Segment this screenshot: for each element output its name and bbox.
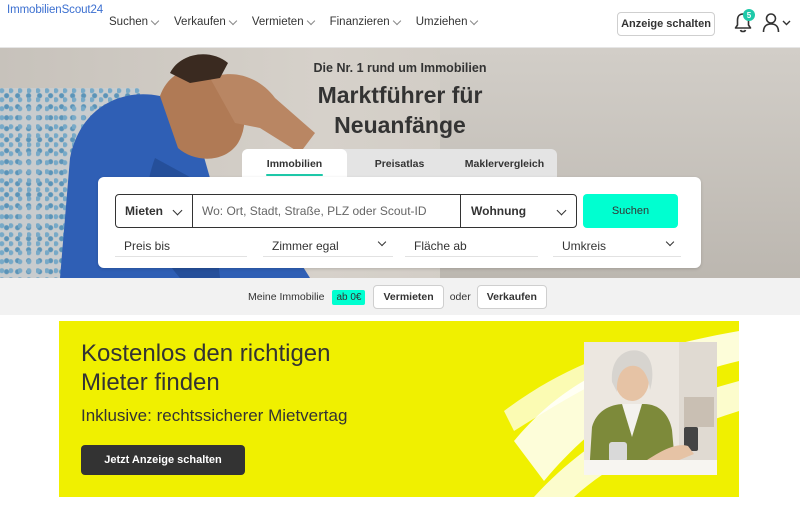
ad-headline: Kostenlos den richtigen Mieter finden — [81, 339, 331, 397]
vermieten-button[interactable]: Vermieten — [373, 285, 444, 309]
user-menu-icon[interactable] — [762, 12, 792, 34]
nav-item-umziehen[interactable]: Umziehen — [415, 16, 479, 28]
verkaufen-button[interactable]: Verkaufen — [476, 285, 547, 309]
ad-subline: Inklusive: rechtssicherer Mietvertag — [81, 406, 348, 425]
chevron-down-icon — [665, 237, 675, 247]
search-tabs: Immobilien Preisatlas Maklervergleich — [242, 149, 557, 178]
nav-item-label: Vermieten — [251, 16, 304, 28]
nav-item-label: Suchen — [109, 16, 149, 28]
jetzt-anzeige-schalten-button[interactable]: Jetzt Anzeige schalten — [81, 445, 245, 475]
nav-item-suchen[interactable]: Suchen — [109, 16, 160, 28]
hero-title-line: Marktführer für — [317, 82, 483, 108]
transaction-type-value: Mieten — [125, 204, 164, 218]
tab-immobilien[interactable]: Immobilien — [242, 149, 347, 178]
area-filter[interactable]: Fläche ab — [405, 235, 538, 257]
chevron-down-icon — [150, 16, 160, 25]
hero-title-line: Neuanfänge — [334, 112, 466, 138]
transaction-type-select[interactable]: Mieten — [116, 195, 193, 227]
tab-maklervergleich[interactable]: Maklervergleich — [452, 149, 557, 178]
top-header: ImmobilienScout24 Suchen Verkaufen Vermi… — [0, 0, 800, 48]
ad-headline-line: Mieter finden — [81, 369, 220, 396]
landlord-ad-banner[interactable]: Kostenlos den richtigen Mieter finden In… — [59, 321, 739, 497]
area-filter-label: Fläche ab — [414, 238, 467, 253]
chevron-down-icon — [172, 205, 183, 216]
owner-strip: Meine Immobilie ab 0€ Vermieten oder Ver… — [0, 278, 800, 315]
chevron-down-icon — [228, 16, 238, 25]
chevron-down-icon — [306, 16, 315, 25]
location-search-input[interactable] — [193, 195, 460, 227]
chevron-down-icon — [392, 16, 401, 25]
chevron-down-icon — [556, 205, 567, 216]
nav-item-label: Umziehen — [415, 16, 468, 28]
logo[interactable]: ImmobilienScout24 — [7, 4, 103, 16]
nav-item-finanzieren[interactable]: Finanzieren — [329, 16, 401, 28]
rooms-filter-select[interactable]: Zimmer egal — [263, 235, 393, 257]
owner-strip-label: Meine Immobilie — [248, 291, 325, 303]
nav-item-label: Finanzieren — [329, 16, 390, 28]
chevron-down-icon — [470, 16, 479, 25]
ad-woman-photo — [584, 342, 717, 475]
ad-headline-line: Kostenlos den richtigen — [81, 340, 331, 367]
owner-strip-content: Meine Immobilie ab 0€ Vermieten oder Ver… — [248, 285, 547, 309]
tab-preisatlas[interactable]: Preisatlas — [347, 149, 452, 178]
search-field-group: Mieten Wohnung — [115, 194, 577, 228]
radius-filter-label: Umkreis — [562, 238, 606, 253]
anzeige-schalten-button[interactable]: Anzeige schalten — [617, 12, 715, 36]
nav-item-vermieten[interactable]: Vermieten — [251, 16, 315, 28]
rooms-filter-label: Zimmer egal — [272, 238, 339, 253]
radius-filter-select[interactable]: Umkreis — [553, 235, 681, 257]
chevron-down-icon — [377, 237, 387, 247]
or-text: oder — [449, 291, 471, 303]
nav-item-label: Verkaufen — [174, 16, 226, 28]
search-panel: Mieten Wohnung Suchen Preis bis Zimmer e… — [98, 177, 701, 268]
page: ImmobilienScout24 Suchen Verkaufen Vermi… — [0, 0, 800, 513]
price-filter[interactable]: Preis bis — [115, 235, 247, 257]
search-button[interactable]: Suchen — [583, 194, 678, 228]
hero-title: Marktführer für Neuanfänge — [0, 80, 800, 140]
notification-badge: 5 — [743, 9, 755, 21]
price-badge: ab 0€ — [332, 289, 366, 305]
property-type-select[interactable]: Wohnung — [460, 195, 576, 227]
hero-subtitle: Die Nr. 1 rund um Immobilien — [313, 61, 487, 75]
property-type-value: Wohnung — [471, 204, 527, 218]
price-filter-label: Preis bis — [124, 238, 171, 253]
main-nav: Suchen Verkaufen Vermieten Finanzieren U… — [109, 16, 493, 28]
nav-item-verkaufen[interactable]: Verkaufen — [174, 16, 238, 28]
